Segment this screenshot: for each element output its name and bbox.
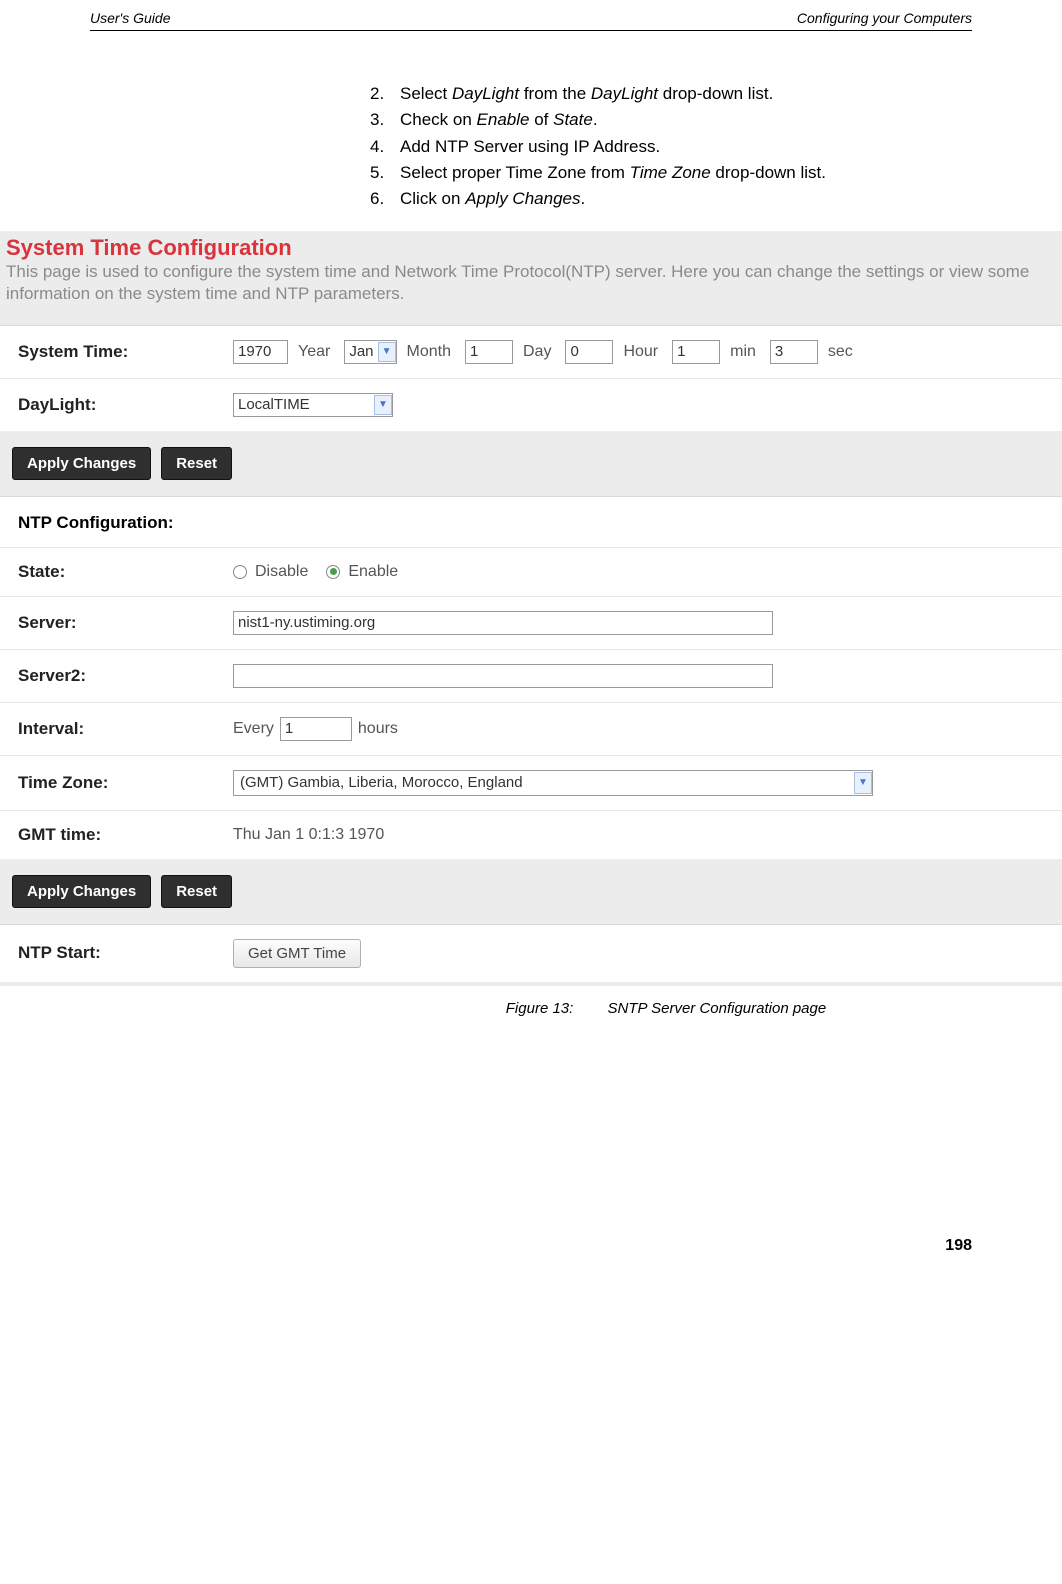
- step-text: Select proper Time Zone from Time Zone d…: [400, 160, 826, 186]
- page-header: User's Guide Configuring your Computers: [90, 0, 972, 31]
- server2-label: Server2:: [18, 666, 233, 686]
- apply-changes-button[interactable]: Apply Changes: [12, 875, 151, 908]
- server-input[interactable]: [233, 611, 773, 635]
- button-bar: Apply Changes Reset: [0, 431, 1062, 496]
- step-num: 5.: [370, 160, 400, 186]
- config-title: System Time Configuration: [0, 231, 1062, 261]
- step-text: Add NTP Server using IP Address.: [400, 134, 660, 160]
- interval-row: Interval: Every hours: [0, 703, 1062, 756]
- figure-caption: Figure 13: SNTP Server Configuration pag…: [270, 1000, 1062, 1017]
- state-label: State:: [18, 562, 233, 582]
- server2-input[interactable]: [233, 664, 773, 688]
- step-text: Select DayLight from the DayLight drop-d…: [400, 81, 773, 107]
- header-left: User's Guide: [90, 10, 170, 26]
- timezone-select[interactable]: (GMT) Gambia, Liberia, Morocco, England▼: [233, 770, 873, 796]
- interval-unit: hours: [358, 720, 398, 738]
- screenshot-panel: System Time Configuration This page is u…: [0, 231, 1062, 986]
- hour-unit: Hour: [623, 343, 658, 361]
- gmt-time-label: GMT time:: [18, 825, 233, 845]
- year-input[interactable]: [233, 340, 288, 364]
- interval-label: Interval:: [18, 719, 233, 739]
- system-time-label: System Time:: [18, 342, 233, 362]
- sec-input[interactable]: [770, 340, 818, 364]
- reset-button[interactable]: Reset: [161, 447, 232, 480]
- reset-button[interactable]: Reset: [161, 875, 232, 908]
- month-select[interactable]: Jan▼: [344, 340, 396, 364]
- min-unit: min: [730, 343, 756, 361]
- enable-text: Enable: [348, 563, 398, 581]
- instruction-steps: 2.Select DayLight from the DayLight drop…: [370, 81, 1062, 213]
- daylight-row: DayLight: LocalTIME▼: [0, 379, 1062, 431]
- hour-input[interactable]: [565, 340, 613, 364]
- daylight-select[interactable]: LocalTIME▼: [233, 393, 393, 417]
- gmt-time-row: GMT time: Thu Jan 1 0:1:3 1970: [0, 811, 1062, 859]
- disable-text: Disable: [255, 563, 308, 581]
- step-num: 2.: [370, 81, 400, 107]
- year-unit: Year: [298, 343, 330, 361]
- step-text: Click on Apply Changes.: [400, 186, 585, 212]
- min-input[interactable]: [672, 340, 720, 364]
- header-right: Configuring your Computers: [797, 10, 972, 26]
- daylight-label: DayLight:: [18, 395, 233, 415]
- page-number: 198: [0, 1017, 1062, 1275]
- apply-changes-button[interactable]: Apply Changes: [12, 447, 151, 480]
- gmt-time-value: Thu Jan 1 0:1:3 1970: [233, 826, 384, 844]
- server-row: Server:: [0, 597, 1062, 650]
- enable-radio[interactable]: [326, 565, 340, 579]
- day-unit: Day: [523, 343, 551, 361]
- day-input[interactable]: [465, 340, 513, 364]
- chevron-down-icon: ▼: [374, 395, 392, 415]
- interval-prefix: Every: [233, 720, 274, 738]
- ntp-start-row: NTP Start: Get GMT Time: [0, 925, 1062, 982]
- config-description: This page is used to configure the syste…: [0, 261, 1062, 325]
- step-num: 4.: [370, 134, 400, 160]
- figure-text: SNTP Server Configuration page: [607, 1000, 826, 1017]
- interval-input[interactable]: [280, 717, 352, 741]
- ntp-config-header: NTP Configuration:: [0, 497, 1062, 548]
- month-unit: Month: [407, 343, 451, 361]
- chevron-down-icon: ▼: [378, 342, 396, 362]
- ntp-start-label: NTP Start:: [18, 943, 233, 963]
- step-num: 6.: [370, 186, 400, 212]
- server-label: Server:: [18, 613, 233, 633]
- chevron-down-icon: ▼: [854, 772, 872, 794]
- step-text: Check on Enable of State.: [400, 107, 598, 133]
- state-row: State: Disable Enable: [0, 548, 1062, 597]
- step-num: 3.: [370, 107, 400, 133]
- system-time-row: System Time: Year Jan▼ Month Day Hour mi…: [0, 326, 1062, 379]
- get-gmt-time-button[interactable]: Get GMT Time: [233, 939, 361, 968]
- sec-unit: sec: [828, 343, 853, 361]
- button-bar: Apply Changes Reset: [0, 859, 1062, 924]
- timezone-row: Time Zone: (GMT) Gambia, Liberia, Morocc…: [0, 756, 1062, 811]
- figure-number: Figure 13:: [506, 1000, 574, 1017]
- disable-radio[interactable]: [233, 565, 247, 579]
- server2-row: Server2:: [0, 650, 1062, 703]
- timezone-label: Time Zone:: [18, 773, 233, 793]
